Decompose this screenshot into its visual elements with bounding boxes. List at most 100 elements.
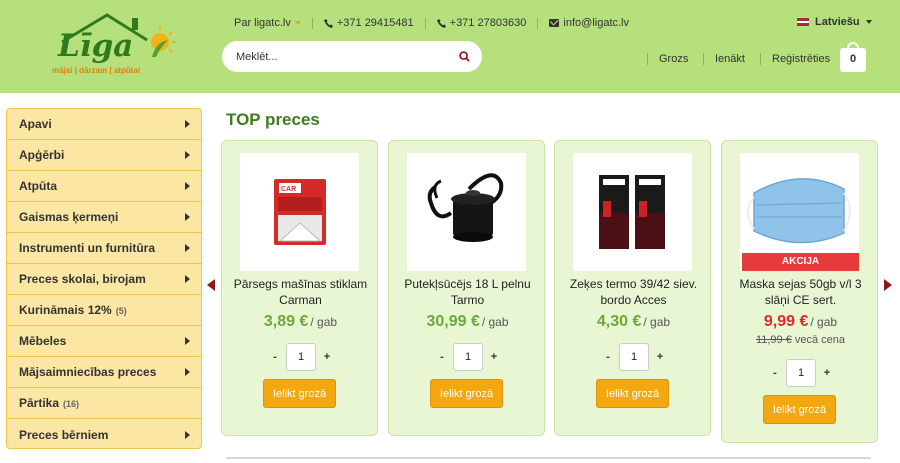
section-title: TOP preces	[226, 110, 320, 129]
sidebar-item-label: Apģērbi	[19, 148, 65, 162]
decrement-button[interactable]: -	[437, 351, 447, 363]
product-price: 4,30 € / gab	[555, 313, 712, 331]
increment-button[interactable]: +	[322, 351, 332, 363]
phone-number-1: +371 29415481	[336, 17, 414, 29]
cart-count: 0	[849, 53, 857, 65]
divider	[760, 53, 761, 65]
search-bar	[222, 41, 482, 72]
product-price: 9,99 € / gab	[722, 313, 879, 331]
chevron-down-icon	[294, 21, 301, 25]
quantity-input[interactable]: 1	[786, 359, 816, 387]
sidebar-item-instrumenti[interactable]: Instrumenti un furnitūra	[7, 233, 201, 264]
sidebar-item-label: Apavi	[19, 117, 52, 131]
sidebar-item-label: Atpūta	[19, 179, 57, 193]
search-icon[interactable]	[459, 51, 470, 62]
divider	[424, 17, 426, 29]
sidebar-item-apavi[interactable]: Apavi	[7, 109, 201, 140]
email-link[interactable]: info@ligatc.lv	[549, 17, 629, 29]
language-selector[interactable]: Latviešu	[797, 16, 872, 28]
phone-icon	[323, 18, 333, 28]
ash-vacuum-icon	[427, 173, 504, 242]
decrement-button[interactable]: -	[770, 367, 780, 379]
quantity-input[interactable]: 1	[453, 343, 483, 371]
product-price: 3,89 € / gab	[222, 313, 379, 331]
decrement-button[interactable]: -	[603, 351, 613, 363]
decrement-button[interactable]: -	[270, 351, 280, 363]
add-to-cart-button[interactable]: Ielikt grozā	[763, 395, 836, 424]
product-image[interactable]	[407, 153, 526, 271]
chevron-right-icon	[185, 430, 190, 439]
search-input[interactable]	[236, 50, 446, 63]
price-value: 9,99 €	[763, 313, 809, 330]
quantity-stepper: - 1 +	[437, 343, 499, 371]
carousel-prev-icon[interactable]	[207, 279, 215, 291]
add-to-cart-button[interactable]: Ielikt grozā	[596, 379, 669, 408]
chevron-right-icon	[185, 120, 190, 128]
nav-cart[interactable]: Grozs	[647, 53, 688, 65]
sidebar-item-label: Preces skolai, birojam	[19, 272, 146, 286]
quantity-stepper: - 1 +	[270, 343, 332, 371]
sidebar-item-majsaimniecibas[interactable]: Mājsaimniecības preces	[7, 357, 201, 388]
price-value: 3,89 €	[263, 313, 309, 330]
sidebar-item-atputa[interactable]: Atpūta	[7, 171, 201, 202]
carousel-next-icon[interactable]	[884, 279, 892, 291]
price-value: 30,99 €	[426, 313, 480, 330]
chevron-down-icon	[865, 20, 872, 24]
site-logo[interactable]: Līga mājai | dārzam | atpūtai	[52, 12, 182, 82]
sidebar-item-label: Gaismas ķermeņi	[19, 210, 119, 224]
envelope-icon	[549, 19, 560, 27]
svg-text:CAR: CAR	[281, 186, 296, 193]
product-image[interactable]: CAR	[240, 153, 359, 271]
sidebar-item-kurinamais[interactable]: Kurināmais 12% (5)	[7, 295, 201, 326]
sidebar-item-preces-skolai[interactable]: Preces skolai, birojam	[7, 264, 201, 295]
product-name[interactable]: Maska sejas 50gb v/l 3 slāņi CE sert.	[728, 277, 873, 308]
increment-button[interactable]: +	[489, 351, 499, 363]
sidebar-item-preces-berniem[interactable]: Preces bērniem	[7, 419, 201, 450]
increment-button[interactable]: +	[655, 351, 665, 363]
product-image[interactable]	[573, 153, 692, 271]
product-name[interactable]: Putekļsūcējs 18 L pelnu Tarmo	[395, 277, 540, 308]
price-unit: / gab	[810, 315, 838, 329]
quantity-input[interactable]: 1	[286, 343, 316, 371]
sidebar-item-label: Mājsaimniecības preces	[19, 365, 157, 379]
increment-button[interactable]: +	[822, 367, 832, 379]
nav-login[interactable]: Ienākt	[703, 53, 745, 65]
cart-button[interactable]: 0	[840, 42, 866, 72]
add-to-cart-button[interactable]: Ielikt grozā	[263, 379, 336, 408]
top-info-bar: Par ligatc.lv +371 29415481 +371 2780363…	[234, 16, 629, 30]
product-name[interactable]: Zeķes termo 39/42 siev. bordo Acces	[561, 277, 706, 308]
latvia-flag-icon	[797, 18, 809, 26]
chevron-right-icon	[185, 244, 190, 252]
chevron-right-icon	[185, 275, 190, 283]
about-dropdown[interactable]: Par ligatc.lv	[234, 17, 301, 29]
quantity-input[interactable]: 1	[619, 343, 649, 371]
chevron-right-icon	[185, 182, 190, 190]
phone-link-1[interactable]: +371 29415481	[323, 17, 414, 29]
chevron-right-icon	[185, 337, 190, 345]
nav-register-label: Reģistrēties	[772, 53, 831, 65]
sidebar-item-mebeles[interactable]: Mēbeles	[7, 326, 201, 357]
divider	[537, 17, 539, 29]
chevron-right-icon	[185, 213, 190, 221]
product-name[interactable]: Pārsegs mašīnas stiklam Carman	[228, 277, 373, 308]
nav-register[interactable]: Reģistrēties	[760, 53, 830, 65]
sidebar-item-apgerbi[interactable]: Apģērbi	[7, 140, 201, 171]
add-to-cart-button[interactable]: Ielikt grozā	[430, 379, 503, 408]
email-address: info@ligatc.lv	[563, 17, 630, 29]
sidebar-item-gaismas-kermeni[interactable]: Gaismas ķermeņi	[7, 202, 201, 233]
price-unit: / gab	[481, 315, 509, 329]
product-price: 30,99 € / gab	[389, 313, 546, 331]
sidebar-item-partika[interactable]: Pārtika (16)	[7, 388, 201, 419]
chevron-right-icon	[185, 368, 190, 376]
old-price-label: vecā cena	[794, 334, 846, 346]
logo-tagline: mājai | dārzam | atpūtai	[52, 66, 141, 75]
sale-badge: AKCIJA	[742, 253, 859, 271]
chevron-right-icon	[185, 151, 190, 159]
phone-link-2[interactable]: +371 27803630	[436, 17, 526, 29]
sidebar-item-label: Kurināmais 12%	[19, 303, 112, 317]
divider	[703, 53, 704, 65]
product-card: Zeķes termo 39/42 siev. bordo Acces 4,30…	[554, 140, 711, 436]
language-label: Latviešu	[815, 16, 860, 28]
windshield-cover-icon: CAR	[274, 179, 326, 245]
socks-icon	[599, 175, 665, 249]
